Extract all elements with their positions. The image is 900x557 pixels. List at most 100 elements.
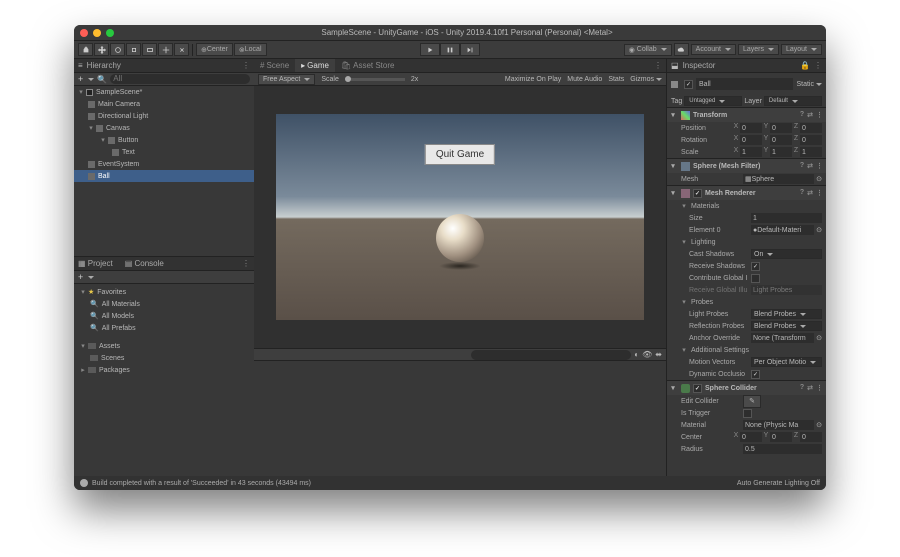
scale-x[interactable]: 1 [740, 147, 762, 157]
static-toggle[interactable]: Static [796, 81, 822, 88]
is-trigger-checkbox[interactable] [743, 409, 752, 418]
create-asset-button[interactable]: + [78, 272, 83, 282]
hidden-icon[interactable]: 👁 [642, 350, 652, 359]
scene-tab[interactable]: # Scene [254, 59, 295, 72]
play-button[interactable] [420, 43, 440, 56]
scene-row[interactable]: ▾SampleScene* [74, 86, 254, 98]
search-filter[interactable]: 🔍All Materials [76, 298, 252, 310]
hierarchy-item[interactable]: ▾Button [74, 134, 254, 146]
center-y[interactable]: 0 [770, 432, 792, 442]
panel-menu-icon[interactable]: ⋮ [814, 61, 822, 70]
help-icon[interactable]: ? [800, 189, 804, 197]
receive-shadows-checkbox[interactable]: ✓ [751, 262, 760, 271]
hierarchy-item[interactable]: Text [74, 146, 254, 158]
move-tool-button[interactable] [94, 43, 109, 56]
mute-audio-toggle[interactable]: Mute Audio [567, 76, 602, 83]
rect-tool-button[interactable] [142, 43, 157, 56]
hierarchy-item-selected[interactable]: Ball [74, 170, 254, 182]
pause-button[interactable] [440, 43, 460, 56]
motion-vectors-dropdown[interactable]: Per Object Motio [751, 357, 822, 367]
project-tab[interactable]: ▦ Project [78, 259, 113, 268]
meshfilter-header[interactable]: ▾ Sphere (Mesh Filter) ?⇄⋮ [667, 159, 826, 173]
anchor-override-field[interactable]: None (Transform [751, 333, 814, 343]
material-element0[interactable]: ● Default-Materi [751, 225, 814, 235]
stats-toggle[interactable]: Stats [608, 76, 624, 83]
pos-z[interactable]: 0 [800, 123, 822, 133]
maximize-icon[interactable] [106, 29, 114, 37]
aspect-dropdown[interactable]: Free Aspect [258, 74, 315, 85]
menu-icon[interactable]: ⋮ [816, 384, 823, 392]
minimize-icon[interactable] [93, 29, 101, 37]
help-icon[interactable]: ? [800, 384, 804, 392]
center-x[interactable]: 0 [740, 432, 762, 442]
object-picker-icon[interactable]: ⊙ [816, 175, 822, 183]
scale-tool-button[interactable] [126, 43, 141, 56]
radius-field[interactable]: 0.5 [743, 444, 822, 454]
hierarchy-item[interactable]: Main Camera [74, 98, 254, 110]
lock-icon[interactable]: 🔒 [800, 61, 810, 70]
preset-icon[interactable]: ⇄ [807, 384, 813, 392]
object-picker-icon[interactable]: ⊙ [816, 421, 822, 429]
lighting-status[interactable]: Auto Generate Lighting Off [737, 480, 820, 487]
center-z[interactable]: 0 [800, 432, 822, 442]
cast-shadows-dropdown[interactable]: On [751, 249, 822, 259]
inspector-tab[interactable]: ⬓ Inspector 🔒 ⋮ [667, 59, 826, 73]
game-viewport[interactable]: Quit Game [254, 86, 666, 348]
help-icon[interactable]: ? [800, 162, 804, 170]
maximize-on-play-toggle[interactable]: Maximize On Play [505, 76, 561, 83]
panel-menu-icon[interactable]: ⋮ [242, 61, 250, 70]
menu-icon[interactable]: ⋮ [816, 111, 823, 119]
pivot-toggle[interactable]: ⊕Center [196, 43, 233, 56]
hierarchy-tab[interactable]: ≡ Hierarchy ⋮ [74, 59, 254, 73]
folder-item[interactable]: Scenes [76, 352, 252, 364]
scale-slider[interactable] [345, 78, 405, 81]
light-probes-dropdown[interactable]: Blend Probes [751, 309, 822, 319]
assets-folder[interactable]: ▾Assets [76, 340, 252, 352]
collab-dropdown[interactable]: ◉ Collab [624, 44, 672, 56]
menu-icon[interactable]: ⋮ [816, 189, 823, 197]
rotation-toggle[interactable]: ⊗Local [234, 43, 267, 56]
object-picker-icon[interactable]: ⊙ [816, 334, 822, 342]
rot-y[interactable]: 0 [770, 135, 792, 145]
cloud-button[interactable] [674, 43, 689, 56]
asset-store-tab[interactable]: 🛍 Asset Store [335, 59, 401, 72]
materials-size[interactable]: 1 [751, 213, 822, 223]
search-filter[interactable]: 🔍All Models [76, 310, 252, 322]
help-icon[interactable]: ? [800, 111, 804, 119]
hierarchy-item[interactable]: Directional Light [74, 110, 254, 122]
game-tab[interactable]: ▸ Game [295, 59, 335, 72]
favorites-folder[interactable]: ▾★Favorites [76, 286, 252, 298]
layer-dropdown[interactable]: Default [764, 96, 822, 106]
project-search[interactable] [471, 350, 631, 360]
reflection-probes-dropdown[interactable]: Blend Probes [751, 321, 822, 331]
panel-menu-icon[interactable]: ⋮ [654, 61, 666, 70]
collider-header[interactable]: ▾ ✓ Sphere Collider ?⇄⋮ [667, 381, 826, 395]
account-dropdown[interactable]: Account [691, 44, 736, 55]
component-enabled-checkbox[interactable]: ✓ [693, 189, 702, 198]
create-button[interactable]: + [78, 74, 83, 84]
mesh-field[interactable]: ▦ Sphere [743, 174, 814, 184]
meshrenderer-header[interactable]: ▾ ✓ Mesh Renderer ?⇄⋮ [667, 186, 826, 200]
layout-dropdown[interactable]: Layout [781, 44, 822, 55]
rot-z[interactable]: 0 [800, 135, 822, 145]
edit-collider-button[interactable]: ✎ [743, 395, 761, 408]
rotate-tool-button[interactable] [110, 43, 125, 56]
step-button[interactable] [460, 43, 480, 56]
scale-y[interactable]: 1 [770, 147, 792, 157]
slider-icon[interactable]: ⬌ [655, 350, 662, 359]
preset-icon[interactable]: ⇄ [807, 111, 813, 119]
hierarchy-item[interactable]: EventSystem [74, 158, 254, 170]
gizmos-toggle[interactable]: Gizmos [630, 76, 662, 83]
close-icon[interactable] [80, 29, 88, 37]
active-checkbox[interactable]: ✓ [684, 80, 693, 89]
physic-material-field[interactable]: None (Physic Ma [743, 420, 814, 430]
object-name-field[interactable]: Ball [696, 78, 793, 90]
panel-menu-icon[interactable]: ⋮ [242, 259, 250, 268]
project-content-area[interactable] [254, 361, 666, 476]
layers-dropdown[interactable]: Layers [738, 44, 779, 55]
packages-folder[interactable]: ▸Packages [76, 364, 252, 376]
filter-icon[interactable]: ◐ [634, 350, 639, 359]
console-tab[interactable]: ▤ Console [125, 259, 164, 268]
transform-component-header[interactable]: ▾ Transform ?⇄⋮ [667, 108, 826, 122]
object-picker-icon[interactable]: ⊙ [816, 226, 822, 234]
